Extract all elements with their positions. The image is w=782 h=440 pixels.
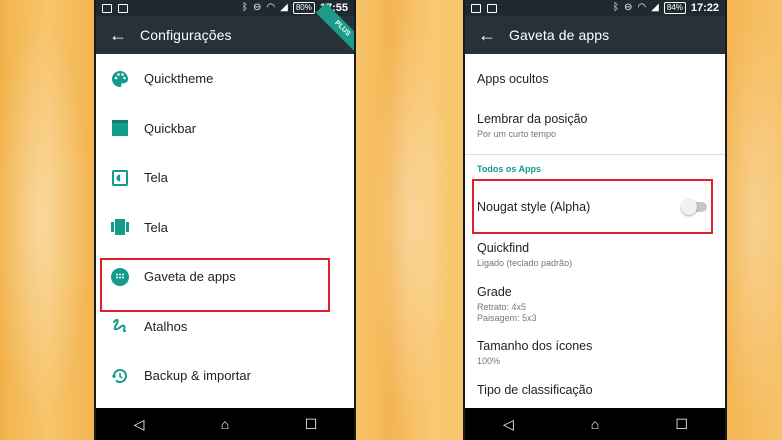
palette-icon [96, 69, 144, 89]
back-arrow-icon[interactable]: ← [96, 25, 140, 46]
settings-item-quickbar[interactable]: Quickbar [96, 104, 354, 154]
settings-item-title: Quickfind [477, 241, 530, 255]
section-header-row: Todos os Apps [465, 155, 725, 179]
settings-item-summary: Ligado (teclado padrão) [477, 258, 573, 268]
status-bar: ᛒ ⊖ ◠ ◢ 80% 17:55 [96, 0, 354, 16]
quickbar-icon [96, 119, 144, 137]
nav-bar: ◁ ⌂ ☐ [96, 408, 354, 440]
brightness-icon [96, 169, 144, 187]
apps-dots-icon [96, 267, 144, 287]
status-bar: ᛒ ⊖ ◠ ◢ 84% 17:22 [465, 0, 725, 16]
restore-icon [96, 366, 144, 386]
settings-item-summary: 100% [477, 356, 501, 366]
toggle-knob [681, 199, 697, 215]
battery-indicator: 84% [663, 2, 686, 14]
settings-item-quicktheme[interactable]: Quickthemе [96, 54, 354, 104]
settings-item-summary: Por um curto tempo [477, 129, 557, 139]
settings-item-tela-1[interactable]: Tela [96, 153, 354, 203]
nougat-style-toggle[interactable] [681, 199, 707, 215]
settings-item-title: Tipo de classificação [477, 383, 593, 397]
briefcase-icon [487, 3, 497, 13]
signal-icon: ◢ [280, 2, 288, 13]
bluetooth-icon: ᛒ [242, 2, 249, 13]
settings-item-atalhos[interactable]: Atalhos [96, 302, 354, 352]
page-title: Configurações [140, 27, 232, 43]
settings-item-tamanho-icones[interactable]: Tamanho dos ícones 100% [465, 333, 725, 381]
nav-recents-icon[interactable]: ☐ [296, 416, 326, 433]
settings-item-label: Tela [144, 170, 168, 186]
bluetooth-icon: ᛒ [613, 2, 620, 13]
settings-item-label: Gaveta de apps [144, 269, 236, 285]
settings-item-label: Tela [144, 219, 168, 235]
settings-item-summary-2: Paisagem: 5x3 [477, 313, 537, 323]
settings-item-title: Nougat style (Alpha) [477, 200, 591, 214]
battery-indicator: 80% [292, 2, 315, 14]
gesture-icon [96, 316, 144, 336]
settings-item-label: Quickthemе [144, 71, 214, 87]
settings-item-grade[interactable]: Grade Retrato: 4x5 Paisagem: 5x3 [465, 279, 725, 333]
nav-home-icon[interactable]: ⌂ [210, 416, 240, 432]
nav-bar: ◁ ⌂ ☐ [465, 408, 725, 440]
back-arrow-icon[interactable]: ← [465, 25, 509, 46]
settings-item-apps-ocultos[interactable]: Apps ocultos [465, 54, 725, 104]
settings-item-summary: Retrato: 4x5 [477, 302, 527, 312]
nav-recents-icon[interactable]: ☐ [667, 416, 697, 433]
settings-item-gaveta-de-apps[interactable]: Gaveta de apps [96, 252, 354, 302]
signal-icon: ◢ [651, 2, 659, 13]
settings-item-backup[interactable]: Backup & importar [96, 351, 354, 401]
wifi-icon: ◠ [637, 2, 647, 13]
dnd-icon: ⊖ [624, 2, 633, 13]
settings-item-lembrar-posicao[interactable]: Lembrar da posição Por um curto tempo [465, 104, 725, 154]
settings-item-title: Grade [477, 285, 512, 299]
settings-item-tela-2[interactable]: Tela [96, 203, 354, 253]
settings-list: Apps ocultos Lembrar da posição Por um c… [465, 54, 725, 408]
image-icon [118, 3, 128, 13]
dnd-icon: ⊖ [253, 2, 262, 13]
wifi-icon: ◠ [266, 2, 276, 13]
settings-item-label: Backup & importar [144, 368, 251, 384]
settings-item-title: Apps ocultos [477, 72, 549, 86]
settings-list: Quickthemе Quickbar Tela Tela Gaveta de … [96, 54, 354, 408]
nav-home-icon[interactable]: ⌂ [580, 416, 610, 432]
phone-left: ᛒ ⊖ ◠ ◢ 80% 17:55 ← Configurações PLUS Q… [94, 0, 356, 440]
settings-item-title: Lembrar da posição [477, 112, 588, 126]
settings-item-quickfind[interactable]: Quickfind Ligado (teclado padrão) [465, 235, 725, 279]
nav-back-icon[interactable]: ◁ [124, 416, 154, 433]
phone-right: ᛒ ⊖ ◠ ◢ 84% 17:22 ← Gaveta de apps Apps … [463, 0, 727, 440]
app-bar: ← Configurações PLUS [96, 2, 354, 56]
app-bar: ← Gaveta de apps [465, 16, 725, 54]
nav-back-icon[interactable]: ◁ [493, 416, 523, 433]
mail-icon [102, 3, 112, 13]
settings-item-title: Tamanho dos ícones [477, 339, 593, 353]
screen-right: ᛒ ⊖ ◠ ◢ 84% 17:22 ← Gaveta de apps Apps … [465, 0, 725, 440]
settings-item-tipo-classificacao[interactable]: Tipo de classificação [465, 381, 725, 408]
page-title: Gaveta de apps [509, 27, 610, 43]
settings-item-nougat-style[interactable]: Nougat style (Alpha) [465, 179, 725, 235]
image-icon [471, 3, 481, 13]
settings-item-label: Quickbar [144, 120, 197, 136]
settings-item-label: Atalhos [144, 318, 188, 334]
section-header: Todos os Apps [477, 164, 541, 174]
clock: 17:22 [690, 2, 719, 14]
screen-left: ᛒ ⊖ ◠ ◢ 80% 17:55 ← Configurações PLUS Q… [96, 0, 354, 440]
view-carousel-icon [96, 218, 144, 236]
